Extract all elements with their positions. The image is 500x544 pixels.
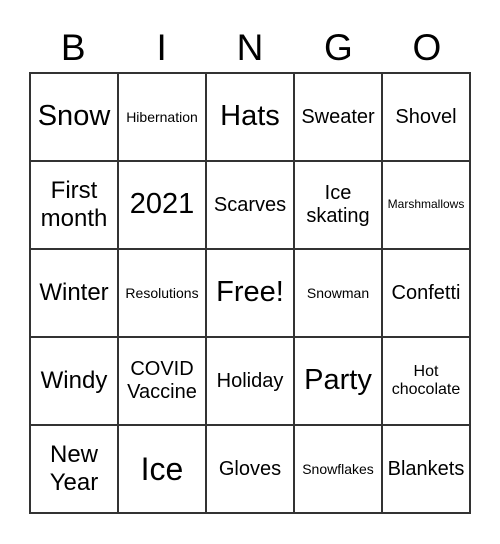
bingo-cell[interactable]: Free! [206, 249, 294, 337]
bingo-cell[interactable]: Hibernation [118, 73, 206, 161]
bingo-cell[interactable]: Party [294, 337, 382, 425]
bingo-cell[interactable]: Marshmallows [382, 161, 470, 249]
header-letter: B [60, 27, 86, 68]
bingo-cell[interactable]: Ice skating [294, 161, 382, 249]
bingo-cell[interactable]: New Year [30, 425, 118, 513]
bingo-cell[interactable]: Snowflakes [294, 425, 382, 513]
header-letter: I [156, 27, 167, 68]
header-letter: G [324, 27, 353, 68]
bingo-cell[interactable]: Shovel [382, 73, 470, 161]
bingo-cell[interactable]: Windy [30, 337, 118, 425]
bingo-cell[interactable]: Resolutions [118, 249, 206, 337]
bingo-cell[interactable]: Snow [30, 73, 118, 161]
bingo-cell[interactable]: Confetti [382, 249, 470, 337]
bingo-cell[interactable]: Hats [206, 73, 294, 161]
bingo-cell[interactable]: Scarves [206, 161, 294, 249]
bingo-cell[interactable]: Snowman [294, 249, 382, 337]
bingo-header: B I N G O [29, 26, 471, 70]
bingo-cell[interactable]: Ice [118, 425, 206, 513]
bingo-cell[interactable]: COVID Vaccine [118, 337, 206, 425]
bingo-cell[interactable]: Blankets [382, 425, 470, 513]
bingo-cell[interactable]: Hot chocolate [382, 337, 470, 425]
bingo-cell[interactable]: First month [30, 161, 118, 249]
bingo-cell[interactable]: Winter [30, 249, 118, 337]
header-letter: O [412, 27, 442, 68]
header-letter: N [236, 27, 264, 68]
bingo-cell[interactable]: Holiday [206, 337, 294, 425]
bingo-cell[interactable]: 2021 [118, 161, 206, 249]
bingo-grid: Snow Hibernation Hats Sweater Shovel First mo… [29, 72, 471, 514]
bingo-cell[interactable]: Gloves [206, 425, 294, 513]
bingo-cell[interactable]: Sweater [294, 73, 382, 161]
